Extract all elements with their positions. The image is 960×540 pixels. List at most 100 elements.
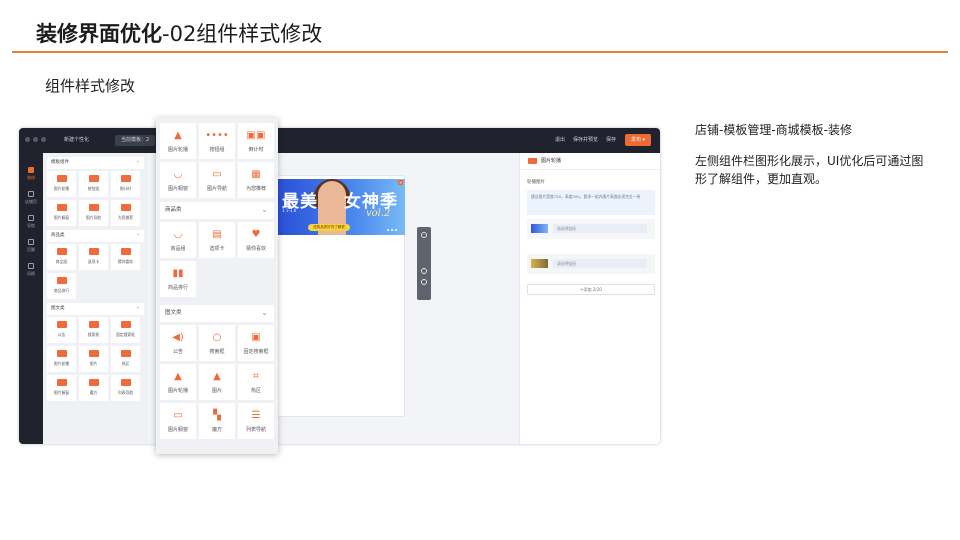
note-path: 店铺-模板管理-商城模板-装修 <box>695 123 852 137</box>
component-item[interactable]: 商品组 <box>47 244 76 270</box>
component-item-guess-like[interactable]: ♥ 猜你喜欢 <box>238 222 274 258</box>
panel-section-goods[interactable]: 商品类 <box>47 228 144 242</box>
add-image-button[interactable]: +添加 2/10 <box>527 284 655 295</box>
component-item[interactable]: 为您推荐 <box>111 200 140 226</box>
nav-icon <box>28 215 34 221</box>
ranking-icon <box>56 277 67 284</box>
link-selector[interactable]: 请选择链接 <box>553 224 647 233</box>
big-section-goods[interactable]: 商品类 <box>160 201 274 219</box>
shop-name: 新建个性化 <box>64 137 90 143</box>
publish-button[interactable]: 发布 ▾ <box>625 134 651 146</box>
banner-cta[interactable]: 抢购品质好货了解更 <box>308 224 350 231</box>
component-item-image-carousel-2[interactable]: ▲ 图片轮播 <box>160 364 196 400</box>
slide-title-bold: 装修界面优化 <box>36 22 162 46</box>
component-item[interactable]: 公告 <box>47 317 76 343</box>
component-item-countdown[interactable]: ▣▣ 倒计时 <box>238 123 274 159</box>
component-item[interactable]: 图片轮播 <box>47 346 76 372</box>
props-divider <box>520 169 660 170</box>
component-item-image-nav[interactable]: ▭ 图片导航 <box>199 162 235 198</box>
panel-grid-template: 图片轮播 按钮组 倒计时 图片橱窗 图片导航 为您推荐 <box>43 171 148 226</box>
carousel-banner[interactable]: 最美 女神季 3.1-3.8 vol.2 抢购品质好货了解更 × <box>278 179 405 235</box>
component-item-image-window-2[interactable]: ▭ 图片橱窗 <box>160 403 196 439</box>
panel-section-template[interactable]: 模板组件 <box>47 155 144 169</box>
announcement-icon: ◀) <box>172 332 184 343</box>
copy-icon[interactable] <box>421 268 427 274</box>
save-preview-link[interactable]: 保存并预览 <box>573 136 598 143</box>
save-link[interactable]: 保存 <box>606 136 616 143</box>
rail-item-decorate[interactable]: 装修 <box>19 167 43 181</box>
component-item[interactable]: 列表导航 <box>111 375 140 401</box>
image-carousel-icon <box>528 157 537 164</box>
component-item[interactable]: 固定搜索框 <box>111 317 140 343</box>
link-selector[interactable]: 请选择链接 <box>553 259 647 268</box>
image-thumb[interactable] <box>531 224 548 233</box>
image-icon: ▲ <box>213 371 221 382</box>
image-window-icon <box>56 204 67 211</box>
component-item-fixed-search[interactable]: ▣ 固定搜索框 <box>238 325 274 361</box>
search-icon: ○ <box>212 332 222 343</box>
component-item-goods-group[interactable]: ◡ 商品组 <box>160 222 196 258</box>
button-group-icon <box>88 175 99 182</box>
slide-title-rest: -02组件样式修改 <box>162 22 323 46</box>
close-icon[interactable]: × <box>398 180 403 185</box>
image-window-icon <box>56 379 67 386</box>
rail-item-style[interactable]: 风格 <box>19 263 43 277</box>
exit-link[interactable]: 退出 <box>555 136 565 143</box>
slide-subtitle: 组件样式修改 <box>45 77 136 95</box>
component-item-image[interactable]: ▲ 图片 <box>199 364 235 400</box>
hotspot-icon: ⌗ <box>253 371 259 382</box>
component-item-hotspot[interactable]: ⌗ 热区 <box>238 364 274 400</box>
carousel-image-row[interactable]: 请选择链接 <box>527 254 655 274</box>
properties-panel: 图片轮播 轮播图片 建议图片宽度750，高度300。要求一组内图片高度必须完全一… <box>519 153 660 444</box>
component-item-announcement[interactable]: ◀) 公告 <box>160 325 196 361</box>
component-item[interactable]: 图片 <box>79 346 108 372</box>
component-item[interactable]: 按钮组 <box>79 171 108 197</box>
big-grid-template: ▲ 图片轮播 •••• 按钮组 ▣▣ 倒计时 ◡ 图片橱窗 ▭ 图片导航 ▦ 为您推荐 <box>156 123 278 198</box>
image-nav-icon <box>88 204 99 211</box>
rail-item-nav[interactable]: 导航 <box>19 215 43 229</box>
note-description: 左侧组件栏图形化展示，UI优化后可通过图形了解组件，更加直观。 <box>695 154 924 186</box>
component-item[interactable]: 图片橱窗 <box>47 375 76 401</box>
countdown-icon: ▣▣ <box>246 130 266 141</box>
component-item[interactable]: 图片导航 <box>79 200 108 226</box>
component-item-search[interactable]: ○ 搜索框 <box>199 325 235 361</box>
component-item-ranking[interactable]: ▮▮ 商品排行 <box>160 261 196 297</box>
component-item[interactable]: 热区 <box>111 346 140 372</box>
component-item[interactable]: 图片橱窗 <box>47 200 76 226</box>
image-carousel-icon <box>56 175 67 182</box>
heart-icon: ♥ <box>251 229 261 240</box>
cube-icon <box>88 379 99 386</box>
image-thumb[interactable] <box>531 259 548 268</box>
footer-icon <box>28 239 34 245</box>
component-item[interactable]: 倒计时 <box>111 171 140 197</box>
component-item-image-carousel[interactable]: ▲ 图片轮播 <box>160 123 196 159</box>
component-item[interactable]: 商品排行 <box>47 273 76 299</box>
enlarged-component-panel: ▲ 图片轮播 •••• 按钮组 ▣▣ 倒计时 ◡ 图片橱窗 ▭ 图片导航 ▦ 为您推荐 商品… <box>156 118 278 454</box>
rail-item-footer[interactable]: 页脚 <box>19 239 43 253</box>
brush-icon <box>28 167 34 173</box>
page-icon <box>28 191 34 197</box>
panel-section-media[interactable]: 图文类 <box>47 301 144 315</box>
component-item-list-nav[interactable]: ☰ 列表导航 <box>238 403 274 439</box>
component-item-image-window[interactable]: ◡ 图片橱窗 <box>160 162 196 198</box>
component-item-recommend[interactable]: ▦ 为您推荐 <box>238 162 274 198</box>
search-icon <box>88 321 99 328</box>
fixed-search-icon <box>120 321 131 328</box>
carousel-image-row[interactable]: 请选择链接 <box>527 219 655 239</box>
component-item[interactable]: 选项卡 <box>79 244 108 270</box>
component-item-tabs[interactable]: ▤ 选项卡 <box>199 222 235 258</box>
settings-icon[interactable] <box>421 279 427 285</box>
fixed-search-icon: ▣ <box>251 332 261 343</box>
big-section-media[interactable]: 图文类 <box>160 304 274 322</box>
component-item-cube[interactable]: ▚ 魔方 <box>199 403 235 439</box>
image-window-icon: ▭ <box>173 410 183 421</box>
component-item[interactable]: 猜你喜欢 <box>111 244 140 270</box>
component-item[interactable]: 魔方 <box>79 375 108 401</box>
rail-item-pages[interactable]: 店铺页 <box>19 191 43 205</box>
component-item[interactable]: 搜索框 <box>79 317 108 343</box>
goods-group-icon <box>56 248 67 255</box>
template-selector[interactable]: 当前模板：2 <box>115 135 156 146</box>
component-item[interactable]: 图片轮播 <box>47 171 76 197</box>
image-icon <box>88 350 99 357</box>
component-item-button-group[interactable]: •••• 按钮组 <box>199 123 235 159</box>
